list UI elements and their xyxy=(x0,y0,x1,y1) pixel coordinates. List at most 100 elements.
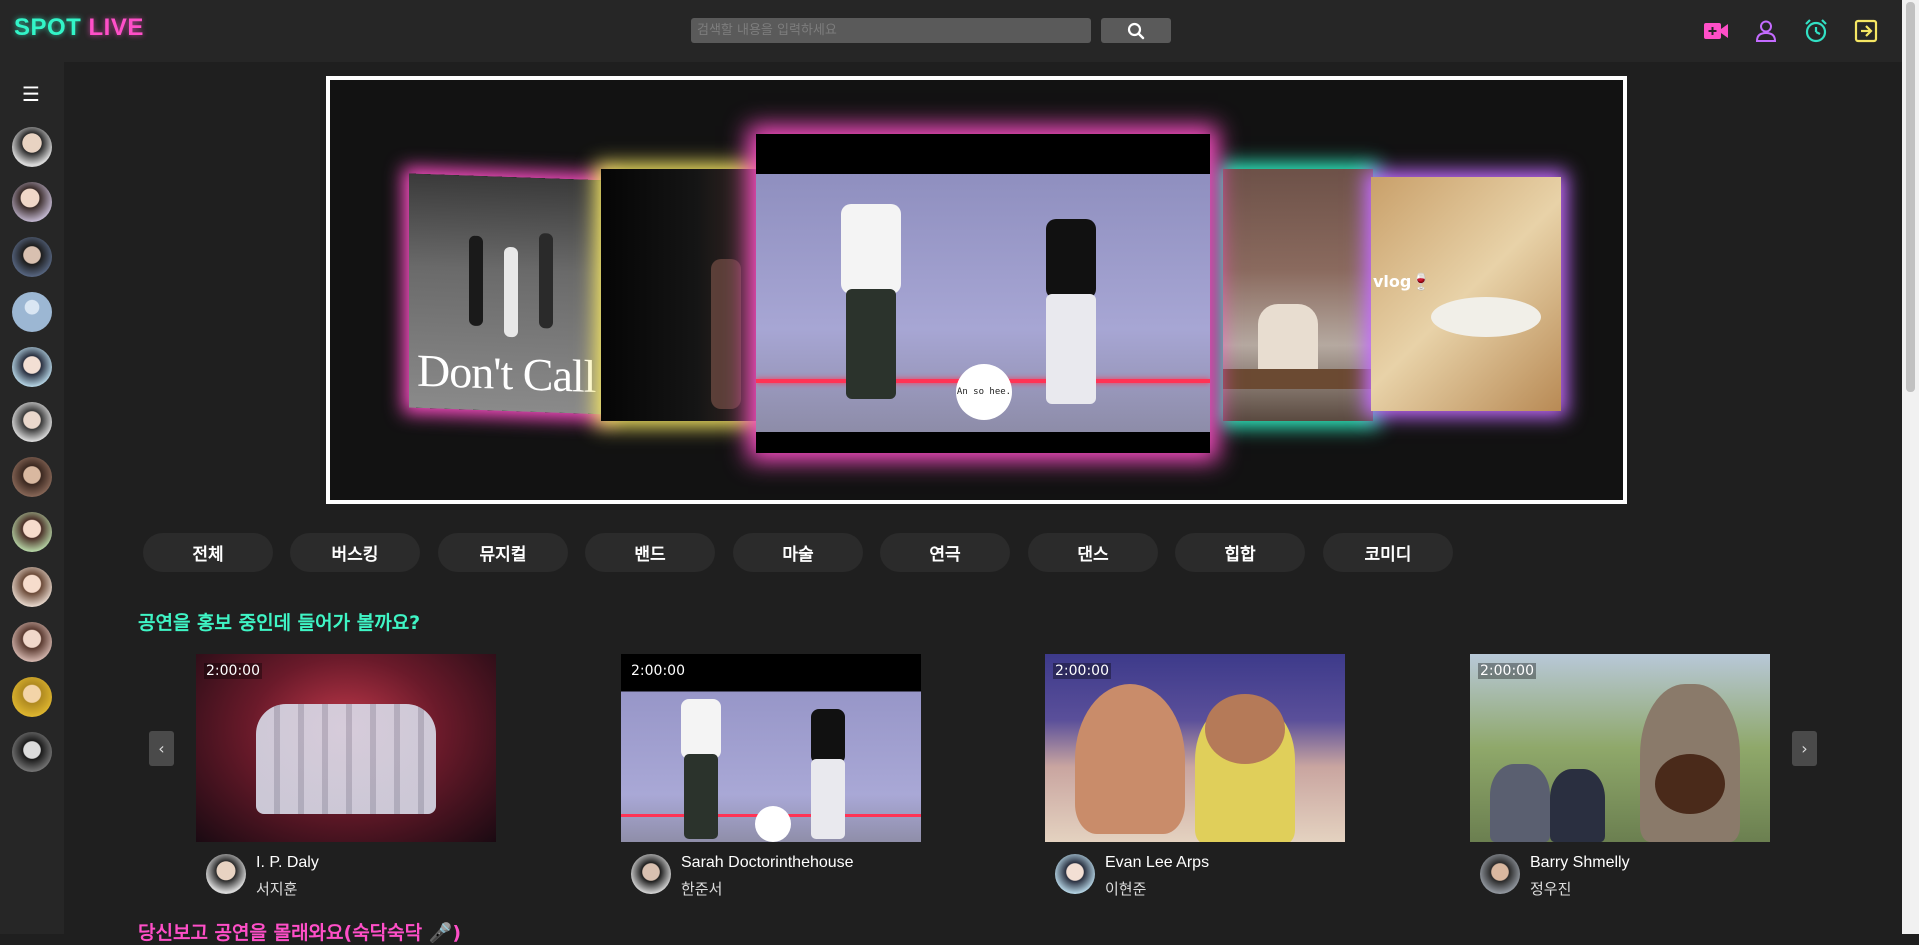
user-icon xyxy=(1755,20,1777,42)
creator-name[interactable]: 한준서 xyxy=(681,878,722,899)
dancer-figure xyxy=(539,233,553,329)
sidebar-avatar-12[interactable] xyxy=(12,732,52,772)
category-comedy[interactable]: 코미디 xyxy=(1323,533,1453,572)
hero-carousel[interactable]: Don't Call Me vlog🍷 An so hee. xyxy=(326,76,1627,504)
live-camera-button[interactable] xyxy=(1701,16,1731,46)
search-input[interactable] xyxy=(691,18,1091,43)
section-title-promo: 공연을 홍보 중인데 들어가 볼까요? xyxy=(138,612,421,634)
logo-text-spot: SPOT xyxy=(14,14,82,41)
dancer-white-shirt xyxy=(681,699,721,759)
search-icon xyxy=(1127,22,1145,39)
logout-button[interactable] xyxy=(1851,16,1881,46)
live-camera-icon xyxy=(1704,23,1728,39)
dancer-white-pants xyxy=(1046,294,1096,404)
video-info: Evan Lee Arps 이현준 xyxy=(1045,842,1345,898)
carousel-prev-button[interactable]: ‹ xyxy=(149,731,174,766)
video-title[interactable]: I. P. Daly xyxy=(256,854,319,872)
category-magic[interactable]: 마술 xyxy=(733,533,863,572)
video-title[interactable]: Barry Shmelly xyxy=(1530,854,1630,872)
hero-card-dance-practice[interactable]: Don't Call Me xyxy=(409,173,609,415)
video-duration: 2:00:00 xyxy=(1053,663,1111,679)
sidebar-avatar-2[interactable] xyxy=(12,182,52,222)
creator-avatar[interactable] xyxy=(631,854,671,894)
creator-name[interactable]: 정우진 xyxy=(1530,878,1571,899)
dancer-white-pants xyxy=(811,759,845,839)
video-card[interactable]: 2:00:00 Barry Shmelly 정우진 xyxy=(1470,654,1770,898)
video-card[interactable]: 2:00:00 Evan Lee Arps 이현준 xyxy=(1045,654,1345,898)
alarm-button[interactable] xyxy=(1801,16,1831,46)
sidebar: ☰ xyxy=(0,62,64,934)
dancer-figure xyxy=(469,235,483,327)
video-info: Barry Shmelly 정우진 xyxy=(1470,842,1770,898)
audience-figure xyxy=(1550,769,1605,842)
creator-name[interactable]: 서지훈 xyxy=(256,878,297,899)
creator-avatar[interactable] xyxy=(1055,854,1095,894)
sidebar-avatar-9[interactable] xyxy=(12,567,52,607)
audience-figure xyxy=(1490,764,1550,842)
category-all[interactable]: 전체 xyxy=(143,533,273,572)
sidebar-avatar-7[interactable] xyxy=(12,457,52,497)
profile-button[interactable] xyxy=(1751,16,1781,46)
video-card[interactable]: 2:00:00 Sarah Doctorinthehouse 한준서 xyxy=(621,654,921,898)
category-band[interactable]: 밴드 xyxy=(585,533,715,572)
video-info: Sarah Doctorinthehouse 한준서 xyxy=(621,842,921,898)
category-busking[interactable]: 버스킹 xyxy=(290,533,420,572)
dancer-black-shirt xyxy=(1046,219,1096,299)
alarm-clock-icon xyxy=(1805,19,1827,43)
video-duration: 2:00:00 xyxy=(204,663,262,679)
creator-avatar[interactable] xyxy=(1480,854,1520,894)
stage-floor xyxy=(1223,369,1373,389)
carousel-next-button[interactable]: › xyxy=(1792,731,1817,766)
category-hiphop[interactable]: 힙합 xyxy=(1175,533,1305,572)
sidebar-avatar-1[interactable] xyxy=(12,127,52,167)
dancer-pants xyxy=(846,289,896,399)
actress-face xyxy=(1205,694,1285,764)
hero-card-dark-stage[interactable] xyxy=(601,169,761,421)
video-title[interactable]: Sarah Doctorinthehouse xyxy=(681,854,854,872)
performer-figure xyxy=(1258,304,1318,374)
video-thumbnail[interactable]: 2:00:00 xyxy=(196,654,496,842)
menu-icon[interactable]: ☰ xyxy=(22,84,40,104)
section-title-next: 당신보고 공연을 몰래와요(숙닥숙닥 🎤) xyxy=(138,922,462,944)
video-info: I. P. Daly 서지훈 xyxy=(196,842,496,898)
sidebar-avatar-8[interactable] xyxy=(12,512,52,552)
scrollbar-thumb[interactable] xyxy=(1906,2,1915,392)
actor-figure xyxy=(1075,684,1185,834)
video-thumbnail[interactable]: 2:00:00 xyxy=(621,654,921,842)
video-thumbnail[interactable]: 2:00:00 xyxy=(1045,654,1345,842)
guitar-shape xyxy=(1655,754,1725,814)
sidebar-avatar-4[interactable] xyxy=(12,292,52,332)
video-title[interactable]: Evan Lee Arps xyxy=(1105,854,1209,872)
video-duration: 2:00:00 xyxy=(629,663,687,679)
top-header: SPOT LIVE xyxy=(0,0,1902,62)
video-thumbnail[interactable]: 2:00:00 xyxy=(1470,654,1770,842)
category-musical[interactable]: 뮤지컬 xyxy=(438,533,568,572)
sidebar-avatar-6[interactable] xyxy=(12,402,52,442)
sidebar-avatar-3[interactable] xyxy=(12,237,52,277)
hero-card-featured[interactable]: An so hee. xyxy=(756,134,1210,453)
logo-text-live: LIVE xyxy=(88,14,144,41)
page-scrollbar[interactable] xyxy=(1902,0,1919,934)
video-card[interactable]: 2:00:00 I. P. Daly 서지훈 xyxy=(196,654,496,898)
hero-card-traditional[interactable] xyxy=(1223,169,1373,421)
plate-shape xyxy=(1431,297,1541,337)
sidebar-avatar-11[interactable] xyxy=(12,677,52,717)
dancer-pants xyxy=(684,754,718,839)
dancer-figure xyxy=(504,246,518,338)
featured-video-frame: An so hee. xyxy=(756,174,1210,432)
watermark-badge: An so hee. xyxy=(956,364,1012,420)
category-theater[interactable]: 연극 xyxy=(880,533,1010,572)
hero-card-caption: Don't Call Me xyxy=(417,344,609,405)
category-dance[interactable]: 댄스 xyxy=(1028,533,1158,572)
search-button[interactable] xyxy=(1101,18,1171,43)
video-duration: 2:00:00 xyxy=(1478,663,1536,679)
creator-avatar[interactable] xyxy=(206,854,246,894)
dancer-white-shirt xyxy=(841,204,901,294)
dancer-black-shirt xyxy=(811,709,845,764)
creator-name[interactable]: 이현준 xyxy=(1105,878,1146,899)
sidebar-avatar-5[interactable] xyxy=(12,347,52,387)
spot-live-logo[interactable]: SPOT LIVE xyxy=(14,14,144,42)
performer-silhouette xyxy=(711,259,741,409)
hero-card-vlog[interactable]: vlog🍷 xyxy=(1371,177,1561,411)
sidebar-avatar-10[interactable] xyxy=(12,622,52,662)
